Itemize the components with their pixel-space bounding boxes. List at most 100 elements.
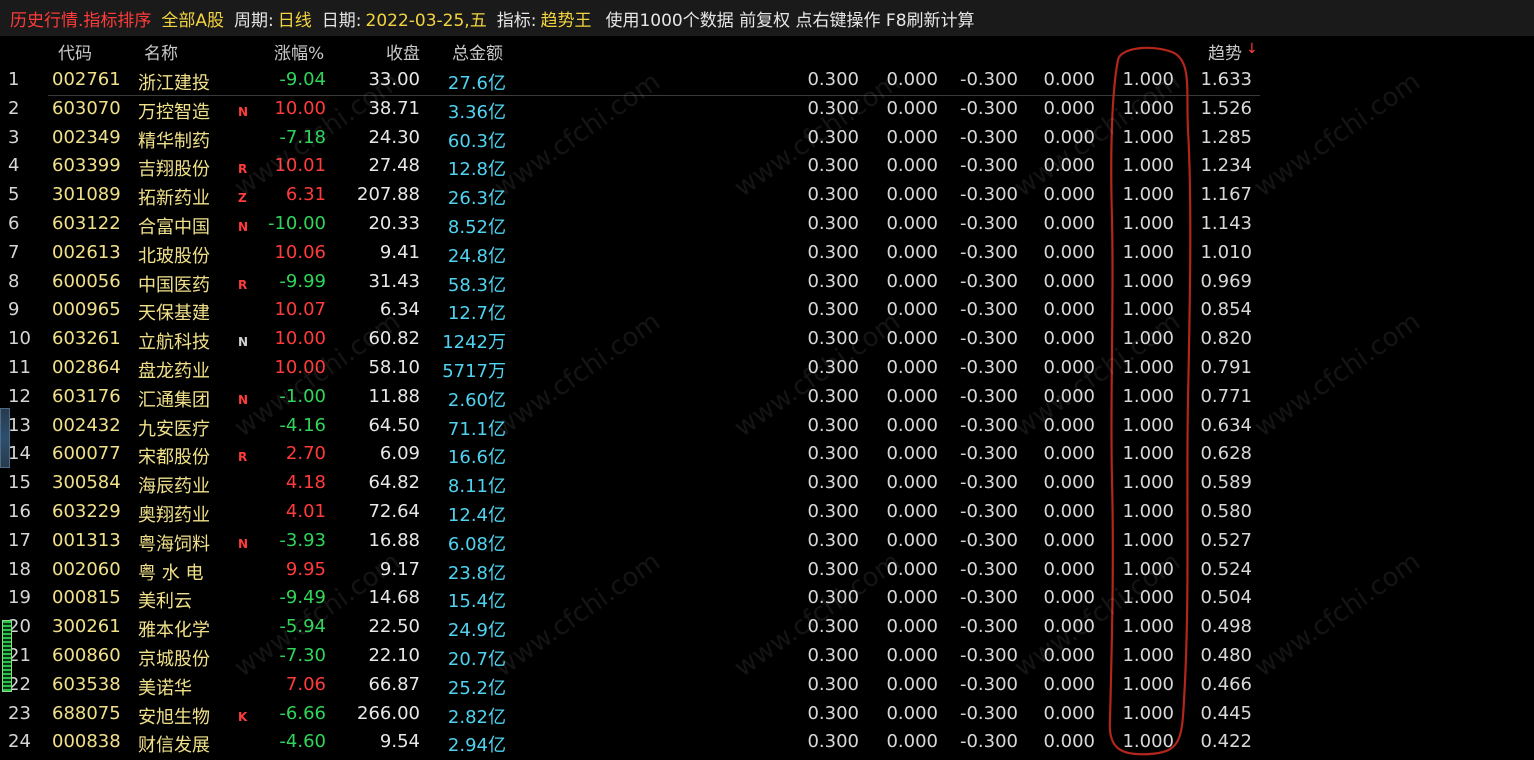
stock-name: 拓新药业 bbox=[138, 188, 210, 210]
table-row[interactable]: 23 688075 安旭生物 K -6.66 266.00 2.82亿 0.300 0.000-… bbox=[0, 700, 1534, 729]
change-percent: -6.66 bbox=[279, 702, 326, 724]
indicator-value-5: 1.000 bbox=[1122, 616, 1174, 638]
change-percent: -9.99 bbox=[279, 270, 326, 292]
change-percent: 2.70 bbox=[285, 443, 326, 465]
stock-flag: N bbox=[238, 536, 249, 551]
table-row[interactable]: 15 300584 海辰药业 4.18 64.82 8.11亿 0.300 0.000 -0.3… bbox=[0, 469, 1534, 498]
stock-name: 中国医药 bbox=[138, 274, 210, 296]
stock-flag: R bbox=[238, 277, 248, 292]
table-row[interactable]: 12 603176 汇通集团 N -1.00 11.88 2.60亿 0.300 0.000 -0… bbox=[0, 383, 1534, 412]
close-price: 64.50 bbox=[368, 414, 420, 436]
indicator-value-4: 0.000 bbox=[1043, 587, 1095, 609]
close-price: 6.09 bbox=[379, 443, 420, 465]
table-row[interactable]: 2 603070 万控智造 N 10.00 38.71 3.36亿 0.300 0.000 -0.… bbox=[0, 95, 1534, 124]
row-index: 8 bbox=[8, 270, 20, 292]
row-index: 13 bbox=[8, 414, 31, 436]
table-row[interactable]: 21 600860 京城股份 -7.30 22.10 20.7亿 0.300 0.000 -0.… bbox=[0, 642, 1534, 671]
close-price: 6.34 bbox=[379, 299, 420, 321]
trend-value: 0.580 bbox=[1200, 500, 1252, 522]
table-row[interactable]: 14 600077 宋都股份 R 2.70 6.09 16.6亿 0.300 0.000 -0.3… bbox=[0, 440, 1534, 469]
stock-name: 粤 水 电 bbox=[138, 562, 204, 584]
trend-value: 0.524 bbox=[1200, 558, 1252, 580]
indicator-value-5: 1.000 bbox=[1122, 414, 1174, 436]
change-percent: 10.00 bbox=[274, 97, 326, 119]
col-change[interactable]: 涨幅% bbox=[274, 39, 324, 64]
indicator-value-3: -0.300 bbox=[959, 616, 1018, 638]
row-index: 16 bbox=[8, 500, 31, 522]
col-name[interactable]: 名称 bbox=[144, 39, 178, 64]
indicator-value-4: 0.000 bbox=[1043, 529, 1095, 551]
indicator-value-1: 0.300 bbox=[807, 644, 859, 666]
indicator-value-5: 1.000 bbox=[1122, 97, 1174, 119]
stock-code: 000815 bbox=[52, 587, 121, 609]
close-price: 72.64 bbox=[368, 500, 420, 522]
indicator-value-3: -0.300 bbox=[959, 414, 1018, 436]
table-row[interactable]: 9 000965 天保基建 10.07 6.34 12.7亿 0.300 0.000 -0.30… bbox=[0, 296, 1534, 325]
table-row[interactable]: 6 603122 合富中国 N -10.00 20.33 8.52亿 0.300 0.000 -0… bbox=[0, 210, 1534, 239]
table-row[interactable]: 1 002761 浙江建投 -9.04 33.00 27.6亿 0.300 0.000 -0.3… bbox=[0, 66, 1534, 95]
stock-name: 精华制药 bbox=[138, 130, 210, 152]
change-percent: 9.95 bbox=[285, 558, 326, 580]
title-indicator-value[interactable]: 趋势王 bbox=[540, 6, 591, 31]
indicator-value-3: -0.300 bbox=[959, 644, 1018, 666]
table-row[interactable]: 16 603229 奥翔药业 4.01 72.64 12.4亿 0.300 0.000 -0.3… bbox=[0, 498, 1534, 527]
change-percent: 10.06 bbox=[274, 241, 326, 263]
col-code[interactable]: 代码 bbox=[58, 39, 92, 64]
col-close[interactable]: 收盘 bbox=[386, 39, 420, 64]
table-row[interactable]: 11 002864 盘龙药业 10.00 58.10 5717万 0.300 0.000 -0.… bbox=[0, 354, 1534, 383]
stock-code: 603229 bbox=[52, 500, 121, 522]
indicator-value-1: 0.300 bbox=[807, 184, 859, 206]
total-amount: 58.3亿 bbox=[447, 274, 506, 296]
title-period-value[interactable]: 日线 bbox=[278, 6, 312, 31]
indicator-value-4: 0.000 bbox=[1043, 558, 1095, 580]
indicator-value-4: 0.000 bbox=[1043, 212, 1095, 234]
table-row[interactable]: 4 603399 吉翔股份 R 10.01 27.48 12.8亿 0.300 0.000 -0.… bbox=[0, 152, 1534, 181]
table-row[interactable]: 24 000838 财信发展 -4.60 9.54 2.94亿 0.300 0.000 -0.3… bbox=[0, 728, 1534, 757]
col-trend[interactable]: 趋势 bbox=[1208, 39, 1242, 64]
trend-value: 0.480 bbox=[1200, 644, 1252, 666]
table-row[interactable]: 19 000815 美利云 -9.49 14.68 15.4亿 0.300 0.000 -0.3… bbox=[0, 584, 1534, 613]
stock-code: 000838 bbox=[52, 731, 121, 753]
total-amount: 2.60亿 bbox=[447, 389, 506, 411]
table-row[interactable]: 7 002613 北玻股份 10.06 9.41 24.8亿 0.300 0.000 -0.30… bbox=[0, 239, 1534, 268]
indicator-value-4: 0.000 bbox=[1043, 500, 1095, 522]
total-amount: 1242万 bbox=[442, 332, 506, 354]
indicator-value-2: 0.000 bbox=[886, 702, 938, 724]
table-row[interactable]: 13 002432 九安医疗 -4.16 64.50 71.1亿 0.300 0.000 -0.… bbox=[0, 412, 1534, 441]
title-mode[interactable]: 历史行情.指标排序 bbox=[10, 6, 151, 31]
row-index: 5 bbox=[8, 184, 20, 206]
table-row[interactable]: 10 603261 立航科技 N 10.00 60.82 1242万 0.300 0.000 -0… bbox=[0, 325, 1534, 354]
indicator-value-4: 0.000 bbox=[1043, 184, 1095, 206]
stock-code: 603261 bbox=[52, 328, 121, 350]
table-row[interactable]: 22 603538 美诺华 7.06 66.87 25.2亿 0.300 0.000 -0.30… bbox=[0, 671, 1534, 700]
close-price: 22.10 bbox=[368, 644, 420, 666]
title-market[interactable]: 全部A股 bbox=[161, 6, 224, 31]
row-index: 18 bbox=[8, 558, 31, 580]
change-percent: 10.00 bbox=[274, 356, 326, 378]
table-row[interactable]: 17 001313 粤海饲料 N -3.93 16.88 6.08亿 0.300 0.000 -0… bbox=[0, 527, 1534, 556]
indicator-value-2: 0.000 bbox=[886, 414, 938, 436]
indicator-value-1: 0.300 bbox=[807, 414, 859, 436]
indicator-value-5: 1.000 bbox=[1122, 731, 1174, 753]
scroll-indicator[interactable] bbox=[0, 408, 10, 468]
row-index: 21 bbox=[8, 644, 31, 666]
table-row[interactable]: 20 300261 雅本化学 -5.94 22.50 24.9亿 0.300 0.000 -0.… bbox=[0, 613, 1534, 642]
col-amount[interactable]: 总金额 bbox=[452, 39, 503, 64]
table-row[interactable]: 8 600056 中国医药 R -9.99 31.43 58.3亿 0.300 0.000 -0.… bbox=[0, 268, 1534, 297]
indicator-value-4: 0.000 bbox=[1043, 299, 1095, 321]
stock-code: 002613 bbox=[52, 241, 121, 263]
indicator-value-1: 0.300 bbox=[807, 500, 859, 522]
indicator-value-2: 0.000 bbox=[886, 673, 938, 695]
title-date-value[interactable]: 2022-03-25,五 bbox=[366, 6, 487, 31]
stock-code: 603070 bbox=[52, 97, 121, 119]
close-price: 9.17 bbox=[379, 558, 420, 580]
indicator-value-5: 1.000 bbox=[1122, 212, 1174, 234]
indicator-value-3: -0.300 bbox=[959, 673, 1018, 695]
table-row[interactable]: 5 301089 拓新药业 Z 6.31 207.88 26.3亿 0.300 0.000 -0.… bbox=[0, 181, 1534, 210]
table-row[interactable]: 18 002060 粤 水 电 9.95 9.17 23.8亿 0.300 0.000 -0.3… bbox=[0, 556, 1534, 585]
indicator-value-2: 0.000 bbox=[886, 472, 938, 494]
indicator-value-3: -0.300 bbox=[959, 97, 1018, 119]
sort-desc-icon: ↓ bbox=[1246, 41, 1258, 57]
indicator-value-2: 0.000 bbox=[886, 558, 938, 580]
table-row[interactable]: 3 002349 精华制药 -7.18 24.30 60.3亿 0.300 0.000 -0.3… bbox=[0, 124, 1534, 153]
